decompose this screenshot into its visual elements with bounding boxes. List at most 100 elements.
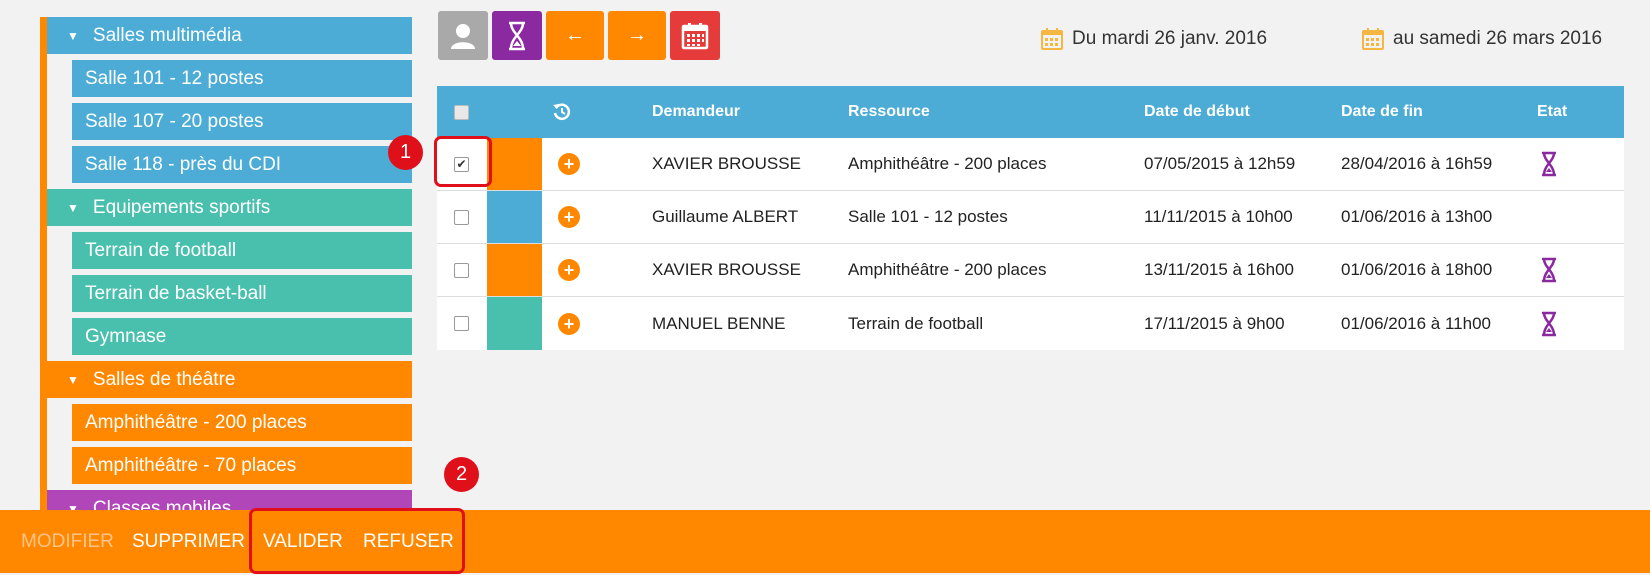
- row-requester: XAVIER BROUSSE: [652, 260, 801, 279]
- table-row[interactable]: + MANUEL BENNE Terrain de football 17/11…: [437, 297, 1624, 350]
- row-checkbox[interactable]: [454, 316, 469, 331]
- sidebar-group-label: Salles multimédia: [92, 24, 242, 46]
- row-resource: Salle 101 - 12 postes: [848, 207, 1008, 226]
- resource-color-swatch: [487, 244, 542, 296]
- header-status[interactable]: Etat: [1537, 86, 1567, 138]
- header-end-date[interactable]: Date de fin: [1341, 86, 1423, 138]
- row-status: [1541, 297, 1557, 350]
- sidebar-item-label: Salle 118 - près du CDI: [85, 153, 282, 175]
- resource-color-swatch: [487, 191, 542, 243]
- hourglass-icon: [509, 21, 525, 50]
- hourglass-icon: [1542, 151, 1556, 177]
- select-all-cell: [454, 86, 469, 138]
- row-start-date: 07/05/2015 à 12h59: [1144, 154, 1296, 173]
- step-marker-2: 2: [444, 457, 479, 492]
- sidebar-group-salles-theatre[interactable]: ▼ Salles de théâtre: [47, 361, 412, 398]
- date-from[interactable]: Du mardi 26 janv. 2016: [1040, 27, 1267, 51]
- triangle-down-icon: ▼: [67, 28, 79, 43]
- resource-color-swatch: [487, 297, 542, 350]
- sidebar-item-amphi-200[interactable]: Amphithéâtre - 200 places: [72, 404, 412, 441]
- triangle-down-icon: ▼: [67, 501, 79, 511]
- row-resource: Amphithéâtre - 200 places: [848, 260, 1047, 279]
- user-icon: [451, 23, 475, 49]
- row-expand-cell: +: [558, 244, 580, 296]
- sidebar-item-label: Salle 107 - 20 postes: [85, 110, 264, 132]
- row-start-date: 11/11/2015 à 10h00: [1144, 207, 1293, 226]
- row-expand-cell: +: [558, 297, 580, 350]
- plus-icon[interactable]: +: [558, 206, 580, 228]
- step-marker-1: 1: [388, 135, 423, 170]
- sidebar-item-terrain-football[interactable]: Terrain de football: [72, 232, 412, 269]
- sidebar-group-salles-multimedia[interactable]: ▼ Salles multimédia: [47, 17, 412, 54]
- highlight-actions-callout: [249, 508, 465, 574]
- pending-filter-button[interactable]: [492, 11, 542, 60]
- table-row[interactable]: ✔ + XAVIER BROUSSE Amphithéâtre - 200 pl…: [437, 138, 1624, 191]
- previous-button[interactable]: ←: [546, 11, 604, 60]
- calendar-icon: [1041, 28, 1063, 50]
- sidebar-group-label: Equipements sportifs: [92, 196, 271, 218]
- sidebar-item-amphi-70[interactable]: Amphithéâtre - 70 places: [72, 447, 412, 484]
- sidebar-item-salle-101[interactable]: Salle 101 - 12 postes: [72, 60, 412, 97]
- row-end-date: 28/04/2016 à 16h59: [1341, 154, 1493, 173]
- sidebar-item-terrain-basket[interactable]: Terrain de basket-ball: [72, 275, 412, 312]
- table-header: Demandeur Ressource Date de début Date d…: [437, 86, 1624, 138]
- calendar-button[interactable]: [670, 11, 720, 60]
- row-end-date: 01/06/2016 à 11h00: [1341, 313, 1491, 333]
- header-start-date[interactable]: Date de début: [1144, 86, 1250, 138]
- row-checkbox[interactable]: [454, 209, 469, 225]
- hourglass-icon: [1542, 311, 1556, 336]
- row-expand-cell: +: [558, 138, 580, 190]
- select-all-checkbox[interactable]: [454, 104, 469, 120]
- sidebar-item-label: Terrain de basket-ball: [85, 282, 267, 304]
- sidebar-group-equipements-sportifs[interactable]: ▼ Equipements sportifs: [47, 189, 412, 226]
- plus-icon[interactable]: +: [558, 312, 580, 335]
- table-row[interactable]: + XAVIER BROUSSE Amphithéâtre - 200 plac…: [437, 244, 1624, 297]
- plus-icon[interactable]: +: [558, 259, 580, 281]
- sidebar-item-gymnase[interactable]: Gymnase: [72, 318, 412, 355]
- sidebar-list: ▼ Salles multimédia Salle 101 - 12 poste…: [47, 17, 412, 510]
- delete-button[interactable]: SUPPRIMER: [132, 510, 245, 573]
- sidebar-item-label: Amphithéâtre - 70 places: [85, 454, 297, 476]
- history-header[interactable]: [552, 86, 572, 138]
- row-resource: Amphithéâtre - 200 places: [848, 154, 1047, 173]
- hourglass-icon: [1542, 257, 1556, 283]
- table-row[interactable]: + Guillaume ALBERT Salle 101 - 12 postes…: [437, 191, 1624, 244]
- next-button[interactable]: →: [608, 11, 666, 60]
- highlight-checkbox-callout: [434, 136, 492, 187]
- row-checkbox[interactable]: [454, 262, 469, 278]
- user-filter-button[interactable]: [438, 11, 488, 60]
- sidebar-group-label: Salles de théâtre: [92, 368, 236, 390]
- row-start-date: 13/11/2015 à 16h00: [1144, 260, 1294, 279]
- row-end-date: 01/06/2016 à 18h00: [1341, 260, 1493, 279]
- modify-button[interactable]: MODIFIER: [21, 510, 114, 573]
- sidebar-group-classes-mobiles[interactable]: ▼ Classes mobiles: [47, 490, 412, 510]
- row-requester: XAVIER BROUSSE: [652, 154, 801, 173]
- calendar-icon: [1362, 28, 1384, 50]
- row-requester: MANUEL BENNE: [652, 313, 786, 333]
- header-requester[interactable]: Demandeur: [652, 86, 740, 138]
- sidebar-item-salle-118[interactable]: Salle 118 - près du CDI: [72, 146, 412, 183]
- arrow-right-icon: →: [627, 24, 647, 46]
- calendar-icon: [681, 22, 709, 49]
- date-to[interactable]: au samedi 26 mars 2016: [1361, 27, 1602, 51]
- sidebar-item-label: Terrain de football: [85, 239, 237, 261]
- reservations-table: Demandeur Ressource Date de début Date d…: [437, 86, 1624, 350]
- sidebar-item-salle-107[interactable]: Salle 107 - 20 postes: [72, 103, 412, 140]
- page: ▼ Salles multimédia Salle 101 - 12 poste…: [0, 0, 1650, 575]
- triangle-down-icon: ▼: [67, 200, 79, 215]
- row-requester: Guillaume ALBERT: [652, 207, 799, 226]
- sidebar-item-label: Amphithéâtre - 200 places: [85, 411, 307, 433]
- date-to-label: au samedi 26 mars 2016: [1393, 28, 1603, 49]
- plus-icon[interactable]: +: [558, 153, 580, 175]
- row-select-cell: [454, 297, 469, 350]
- sidebar-accent: [40, 17, 47, 510]
- date-from-label: Du mardi 26 janv. 2016: [1072, 28, 1268, 49]
- action-bar: MODIFIER SUPPRIMER VALIDER REFUSER: [0, 510, 1650, 573]
- row-select-cell: [454, 244, 469, 296]
- header-resource[interactable]: Ressource: [848, 86, 930, 138]
- sidebar-item-label: Gymnase: [85, 325, 167, 347]
- row-start-date: 17/11/2015 à 9h00: [1144, 313, 1285, 333]
- sidebar-group-label: Classes mobiles: [92, 497, 232, 511]
- row-resource: Terrain de football: [848, 313, 984, 333]
- row-select-cell: [454, 191, 469, 243]
